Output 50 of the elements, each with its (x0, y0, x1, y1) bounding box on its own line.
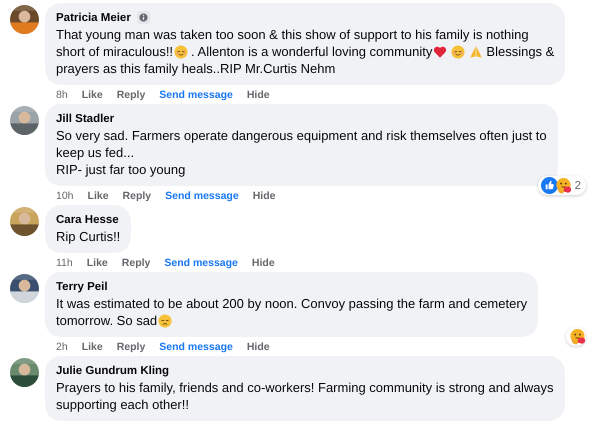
comment-text: supporting each other!! (56, 396, 189, 414)
send-message-link[interactable]: Send message (159, 341, 233, 353)
action-link[interactable]: Hide (252, 190, 276, 202)
comment-text: So very sad. Farmers operate dangerous equipment and risk themselves often just to (56, 126, 547, 144)
reaction-count: 2 (574, 180, 581, 192)
hugging-face-icon (554, 177, 572, 194)
action-link[interactable]: Like (86, 257, 108, 269)
sad-face-icon (158, 314, 172, 328)
action-link[interactable]: Reply (122, 190, 152, 202)
info-icon[interactable] (136, 11, 150, 24)
comment-time[interactable]: 8h (56, 89, 68, 101)
comment-text: short of miraculous!! (56, 42, 174, 60)
action-link[interactable]: Hide (246, 341, 270, 353)
action-link[interactable]: Reply (116, 89, 146, 101)
heart-icon (433, 44, 448, 58)
comment-text: . Allenton is a wonderful loving community (191, 42, 432, 60)
comment-text: Rip Curtis!! (56, 228, 120, 246)
author-name[interactable]: Terry Peil (56, 280, 108, 292)
action-link[interactable]: Hide (246, 89, 270, 101)
send-message-link[interactable]: Send message (164, 257, 238, 269)
comment-text: It was estimated to be about 200 by noon. Convoy passing the farm and cemetery (56, 294, 528, 312)
action-link[interactable]: Like (82, 89, 103, 101)
comment-time[interactable]: 11h (56, 257, 73, 269)
praying-hands-icon (469, 44, 484, 58)
comment-text: RIP- just far too young (56, 160, 186, 178)
action-link[interactable]: Hide (252, 257, 275, 269)
comment-time[interactable]: 2h (56, 341, 68, 353)
comment-text: Prayers to his family, friends and co-workers! Farming community is strong and always (56, 378, 554, 396)
author-name[interactable]: Cara Hesse (56, 214, 119, 226)
send-message-link[interactable]: Send message (165, 190, 239, 202)
action-link[interactable]: Like (88, 190, 109, 202)
author-name[interactable]: Julie Gundrum Kling (56, 364, 170, 376)
action-link[interactable]: Reply (122, 257, 150, 269)
comment-text: tomorrow. So sad (56, 312, 158, 330)
comment-text: Blessings & (486, 42, 554, 60)
reaction-summary[interactable]: 2 (538, 176, 586, 195)
reaction-summary[interactable] (566, 327, 586, 346)
comment-text: prayers as this family heals..RIP Mr.Curtis Nehm (56, 60, 336, 78)
comment-text: keep us fed... (56, 144, 134, 162)
action-link[interactable]: Like (82, 341, 103, 353)
comment-text: That young man was taken too soon & this show of support to his family is nothing (56, 26, 529, 44)
send-message-link[interactable]: Send message (159, 89, 233, 101)
author-name[interactable]: Jill Stadler (56, 112, 114, 124)
author-name[interactable]: Patricia Meier (56, 12, 131, 24)
hugging-face-icon (569, 328, 586, 345)
action-link[interactable]: Reply (116, 341, 146, 353)
comment-time[interactable]: 10h (56, 190, 74, 202)
smiling-face-icon (174, 44, 188, 58)
thumbs-up-icon (540, 177, 558, 194)
smiling-face-icon (451, 44, 466, 58)
